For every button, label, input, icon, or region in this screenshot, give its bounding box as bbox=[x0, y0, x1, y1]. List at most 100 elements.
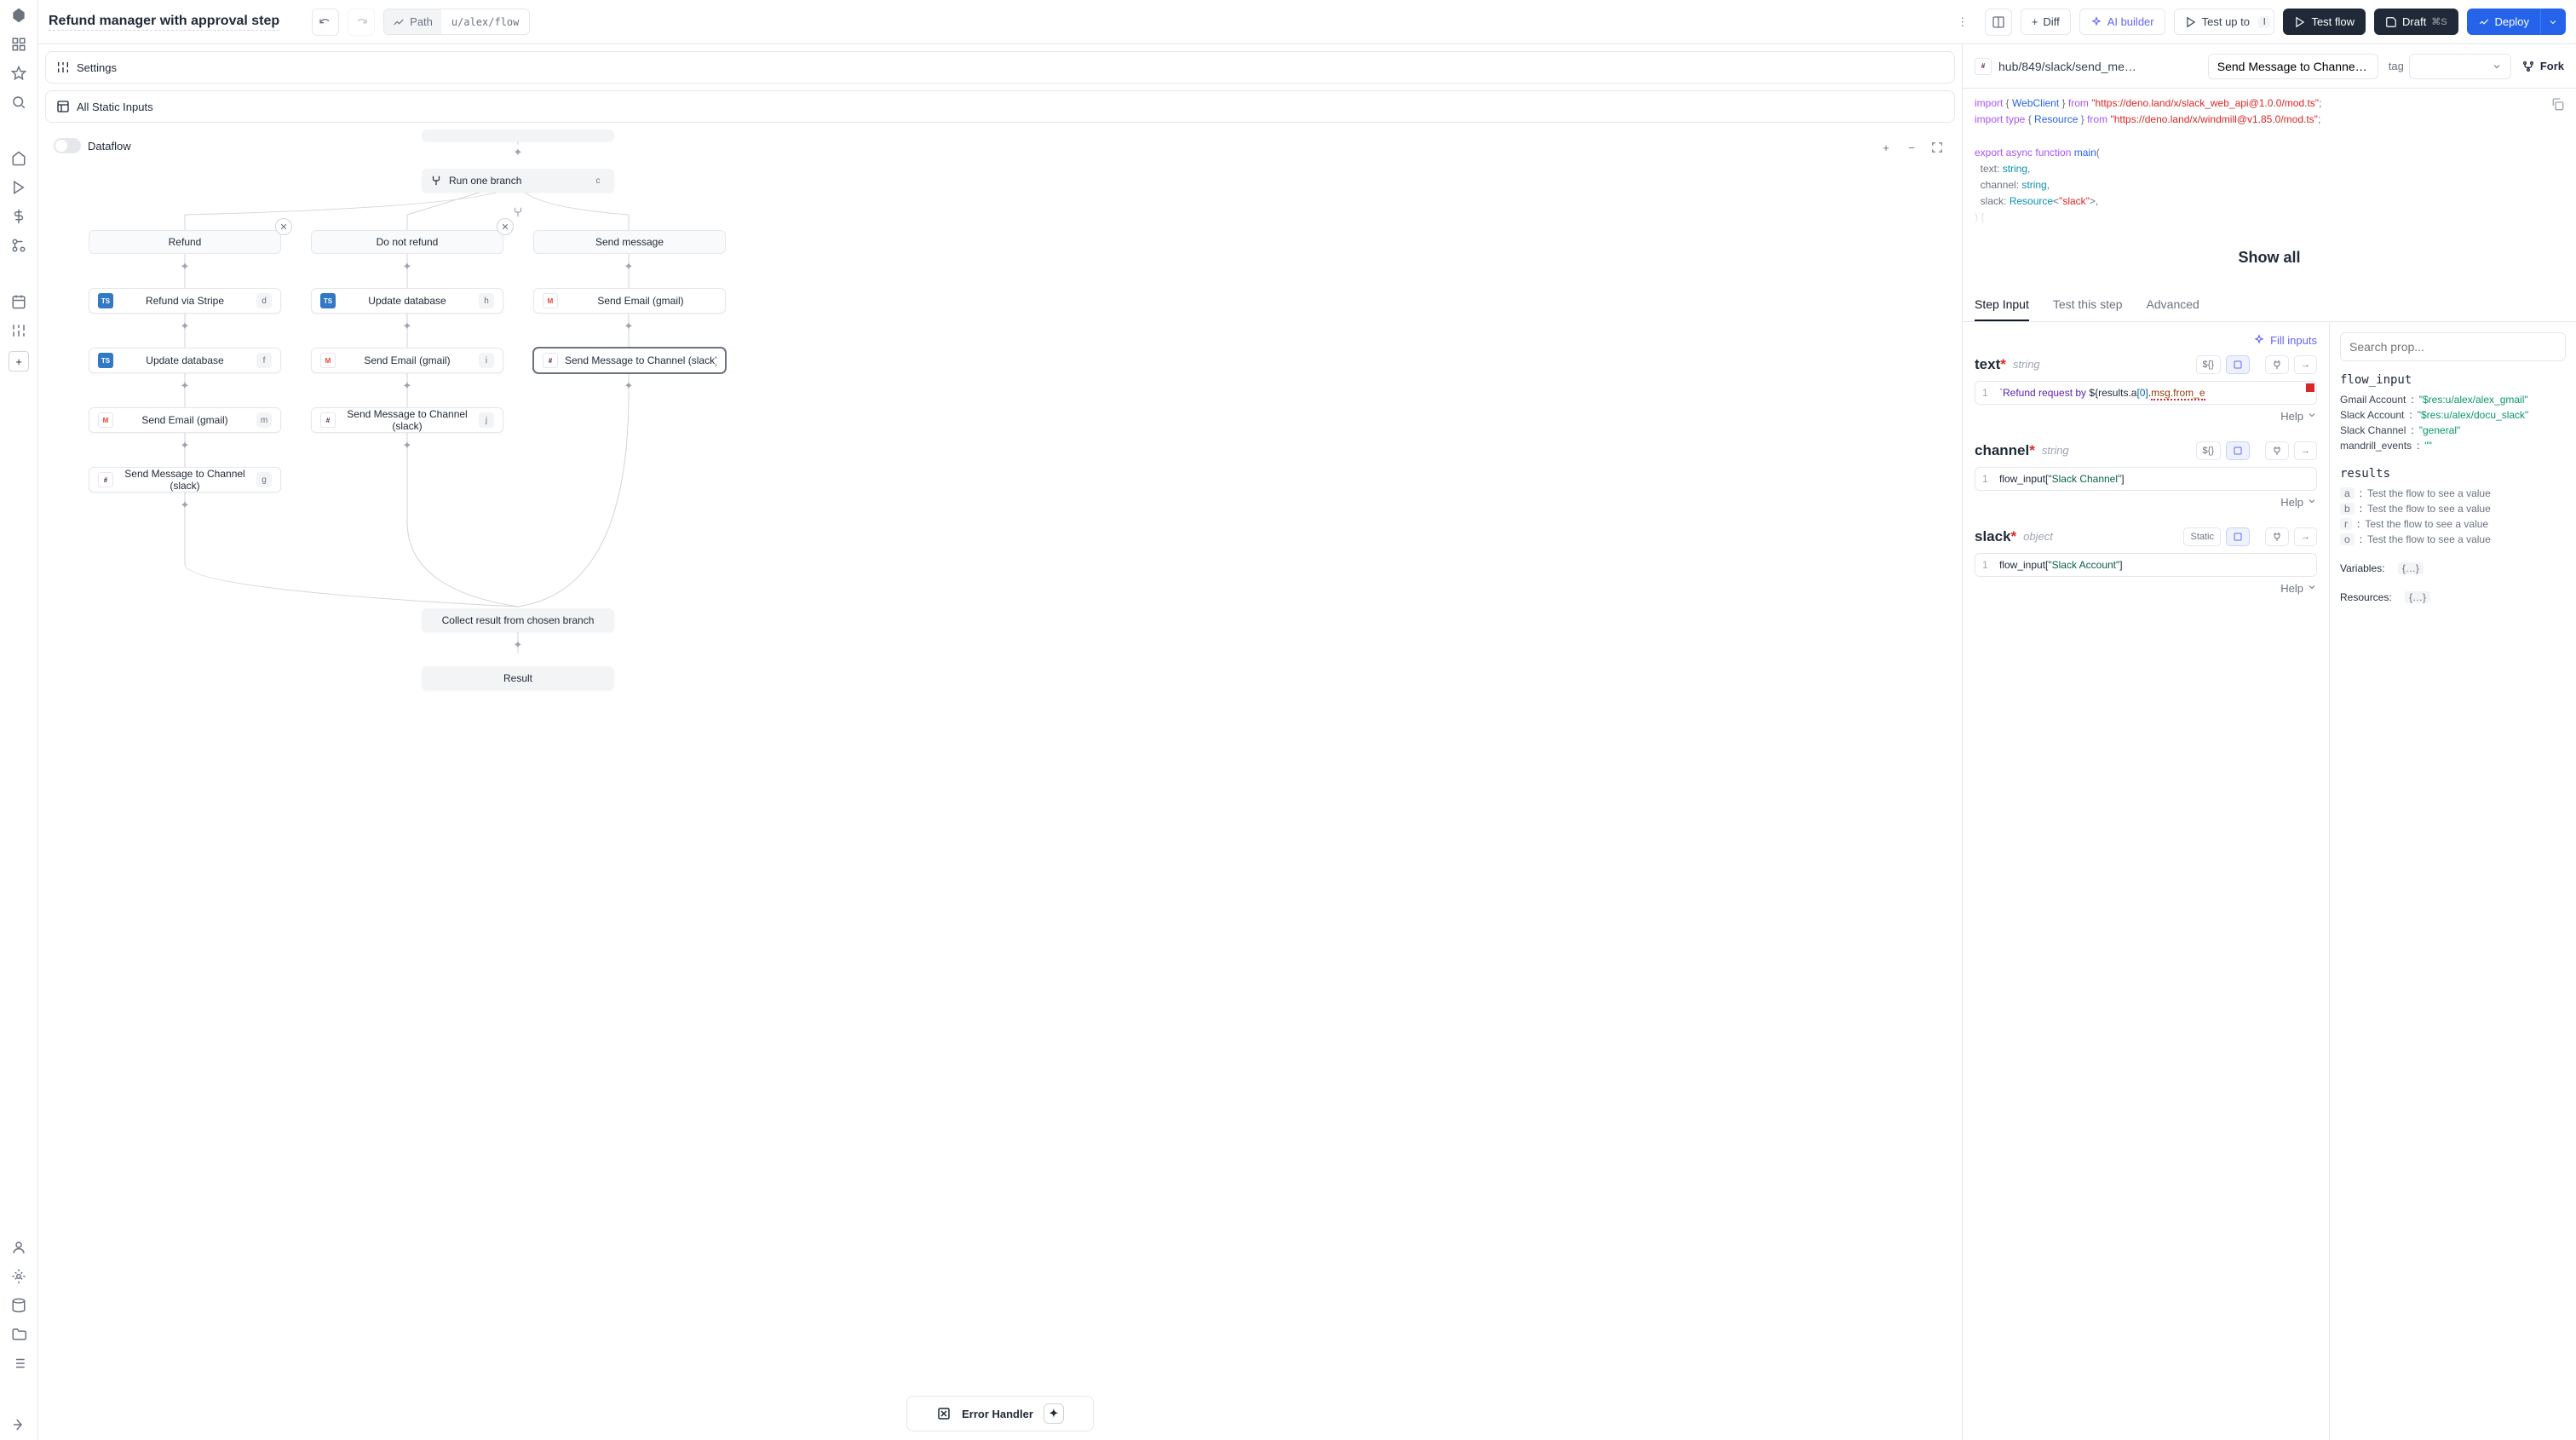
plus-icon[interactable]: ✦ bbox=[621, 259, 636, 274]
plus-icon[interactable]: ✦ bbox=[621, 319, 636, 334]
copy-icon[interactable] bbox=[2550, 97, 2564, 116]
logo-icon[interactable] bbox=[10, 7, 27, 24]
prop-row[interactable]: r : Test the flow to see a value bbox=[2340, 516, 2566, 532]
more-icon[interactable]: ⋮ bbox=[1949, 9, 1976, 36]
search-icon[interactable] bbox=[10, 94, 27, 111]
step-update-db-f[interactable]: TSUpdate databasef bbox=[89, 348, 281, 373]
add-error-handler[interactable]: ✦ bbox=[1044, 1403, 1064, 1424]
search-prop-input[interactable] bbox=[2340, 332, 2566, 361]
play-icon[interactable] bbox=[10, 179, 27, 196]
step-slack-g[interactable]: #Send Message to Channel (slack)g bbox=[89, 467, 281, 492]
settings-bar[interactable]: Settings bbox=[45, 51, 1955, 84]
dollar-icon[interactable] bbox=[10, 208, 27, 225]
prop-row[interactable]: Gmail Account : "$res:u/alex/alex_gmail" bbox=[2340, 392, 2566, 407]
folder-icon[interactable] bbox=[10, 1326, 27, 1343]
home-icon[interactable] bbox=[10, 150, 27, 167]
undo-button[interactable] bbox=[312, 9, 339, 36]
show-all-button[interactable]: Show all bbox=[1963, 233, 2576, 289]
test-up-to-button[interactable]: Test up tol bbox=[2174, 9, 2275, 35]
tab-step-input[interactable]: Step Input bbox=[1975, 289, 2029, 321]
zoom-out-icon[interactable]: − bbox=[1900, 136, 1923, 158]
step-update-db-h[interactable]: TSUpdate databaseh bbox=[311, 288, 503, 314]
plug-button[interactable] bbox=[2265, 355, 2289, 374]
database-icon[interactable] bbox=[10, 1297, 27, 1314]
prop-row[interactable]: Slack Account : "$res:u/alex/docu_slack" bbox=[2340, 407, 2566, 423]
plus-icon[interactable]: ✦ bbox=[510, 637, 526, 653]
plus-icon[interactable]: ✦ bbox=[177, 438, 193, 453]
draft-button[interactable]: Draft⌘S bbox=[2374, 9, 2458, 35]
prop-row[interactable]: a : Test the flow to see a value bbox=[2340, 486, 2566, 501]
close-branch-donotrefund[interactable]: ✕ bbox=[497, 218, 514, 235]
variables-expand[interactable]: {…} bbox=[2398, 562, 2424, 574]
zoom-in-icon[interactable]: + bbox=[1875, 136, 1897, 158]
fullscreen-icon[interactable] bbox=[1926, 136, 1948, 158]
step-send-email-m[interactable]: MSend Email (gmail)m bbox=[89, 407, 281, 433]
arrow-button[interactable]: → bbox=[2294, 441, 2317, 460]
step-send-email-e[interactable]: MSend Email (gmail) bbox=[533, 288, 726, 314]
plug-button[interactable] bbox=[2265, 527, 2289, 546]
plus-icon[interactable]: ✦ bbox=[177, 498, 193, 513]
step-send-email-i[interactable]: MSend Email (gmail)i bbox=[311, 348, 503, 373]
mode-edit-button[interactable] bbox=[2226, 441, 2250, 460]
arrow-button[interactable]: → bbox=[2294, 355, 2317, 374]
deploy-dropdown[interactable] bbox=[2540, 9, 2566, 35]
ai-builder-button[interactable]: AI builder bbox=[2079, 9, 2165, 35]
branch-node[interactable]: Run one branch c bbox=[422, 169, 614, 193]
branch-donotrefund[interactable]: Do not refund bbox=[311, 230, 503, 254]
branch-icon[interactable] bbox=[510, 204, 526, 220]
plus-icon[interactable]: ✦ bbox=[400, 259, 415, 274]
mode-expr-button[interactable]: ${} bbox=[2196, 355, 2221, 374]
sliders-icon[interactable] bbox=[10, 322, 27, 339]
plus-icon[interactable]: ✦ bbox=[510, 145, 526, 160]
help-text[interactable]: Help bbox=[1975, 410, 2317, 423]
diff-button[interactable]: +Diff bbox=[2021, 9, 2071, 35]
graph-icon[interactable] bbox=[10, 237, 27, 254]
tab-test-step[interactable]: Test this step bbox=[2053, 289, 2123, 321]
mode-expr-button[interactable]: ${} bbox=[2196, 441, 2221, 460]
prop-row[interactable]: b : Test the flow to see a value bbox=[2340, 501, 2566, 516]
help-slack[interactable]: Help bbox=[1975, 582, 2317, 595]
plus-icon[interactable]: ✦ bbox=[400, 319, 415, 334]
panel-toggle-icon[interactable] bbox=[1985, 9, 2012, 36]
plus-icon[interactable]: ✦ bbox=[621, 378, 636, 394]
mode-static-button[interactable]: Static bbox=[2183, 527, 2221, 546]
fill-inputs-button[interactable]: Fill inputs bbox=[2253, 334, 2317, 347]
add-button[interactable]: + bbox=[9, 351, 29, 372]
resources-expand[interactable]: {…} bbox=[2405, 591, 2430, 603]
mode-edit-button[interactable] bbox=[2226, 527, 2250, 546]
step-slack-j[interactable]: #Send Message to Channel (slack)j bbox=[311, 407, 503, 433]
tag-select[interactable] bbox=[2409, 54, 2511, 79]
star-icon[interactable] bbox=[10, 65, 27, 82]
path-input[interactable]: Path u/alex/flow bbox=[383, 9, 530, 35]
plus-icon[interactable]: ✦ bbox=[177, 319, 193, 334]
prop-row[interactable]: o : Test the flow to see a value bbox=[2340, 532, 2566, 547]
slack-code-input[interactable]: 1 flow_input["Slack Account"] bbox=[1975, 553, 2317, 577]
step-slack-l-selected[interactable]: #Send Message to Channel (slack) bbox=[533, 348, 726, 373]
flow-title[interactable]: Refund manager with approval step bbox=[49, 14, 279, 31]
branch-refund[interactable]: Refund bbox=[89, 230, 281, 254]
redo-button[interactable] bbox=[348, 9, 375, 36]
step-refund-stripe[interactable]: TSRefund via Striped bbox=[89, 288, 281, 314]
collapse-icon[interactable] bbox=[10, 1416, 27, 1433]
deploy-button[interactable]: Deploy bbox=[2467, 9, 2540, 35]
step-name-input[interactable] bbox=[2208, 54, 2378, 79]
workspace-icon[interactable] bbox=[10, 36, 27, 53]
user-icon[interactable] bbox=[10, 1239, 27, 1256]
help-channel[interactable]: Help bbox=[1975, 496, 2317, 509]
prop-row[interactable]: mandrill_events : "" bbox=[2340, 438, 2566, 453]
plus-icon[interactable]: ✦ bbox=[177, 378, 193, 394]
list-icon[interactable] bbox=[10, 1355, 27, 1372]
channel-code-input[interactable]: 1 flow_input["Slack Channel"] bbox=[1975, 467, 2317, 491]
branch-sendmessage[interactable]: Send message bbox=[533, 230, 726, 254]
fork-button[interactable]: Fork bbox=[2521, 60, 2564, 73]
calendar-icon[interactable] bbox=[10, 293, 27, 310]
static-inputs-bar[interactable]: All Static Inputs bbox=[45, 90, 1955, 123]
close-branch-refund[interactable]: ✕ bbox=[275, 218, 292, 235]
mode-edit-button[interactable] bbox=[2226, 355, 2250, 374]
error-handler[interactable]: Error Handler ✦ bbox=[906, 1396, 1094, 1431]
tab-advanced[interactable]: Advanced bbox=[2147, 289, 2199, 321]
prop-row[interactable]: Slack Channel : "general" bbox=[2340, 423, 2566, 438]
gear-icon[interactable] bbox=[10, 1268, 27, 1285]
plug-button[interactable] bbox=[2265, 441, 2289, 460]
plus-icon[interactable]: ✦ bbox=[400, 438, 415, 453]
